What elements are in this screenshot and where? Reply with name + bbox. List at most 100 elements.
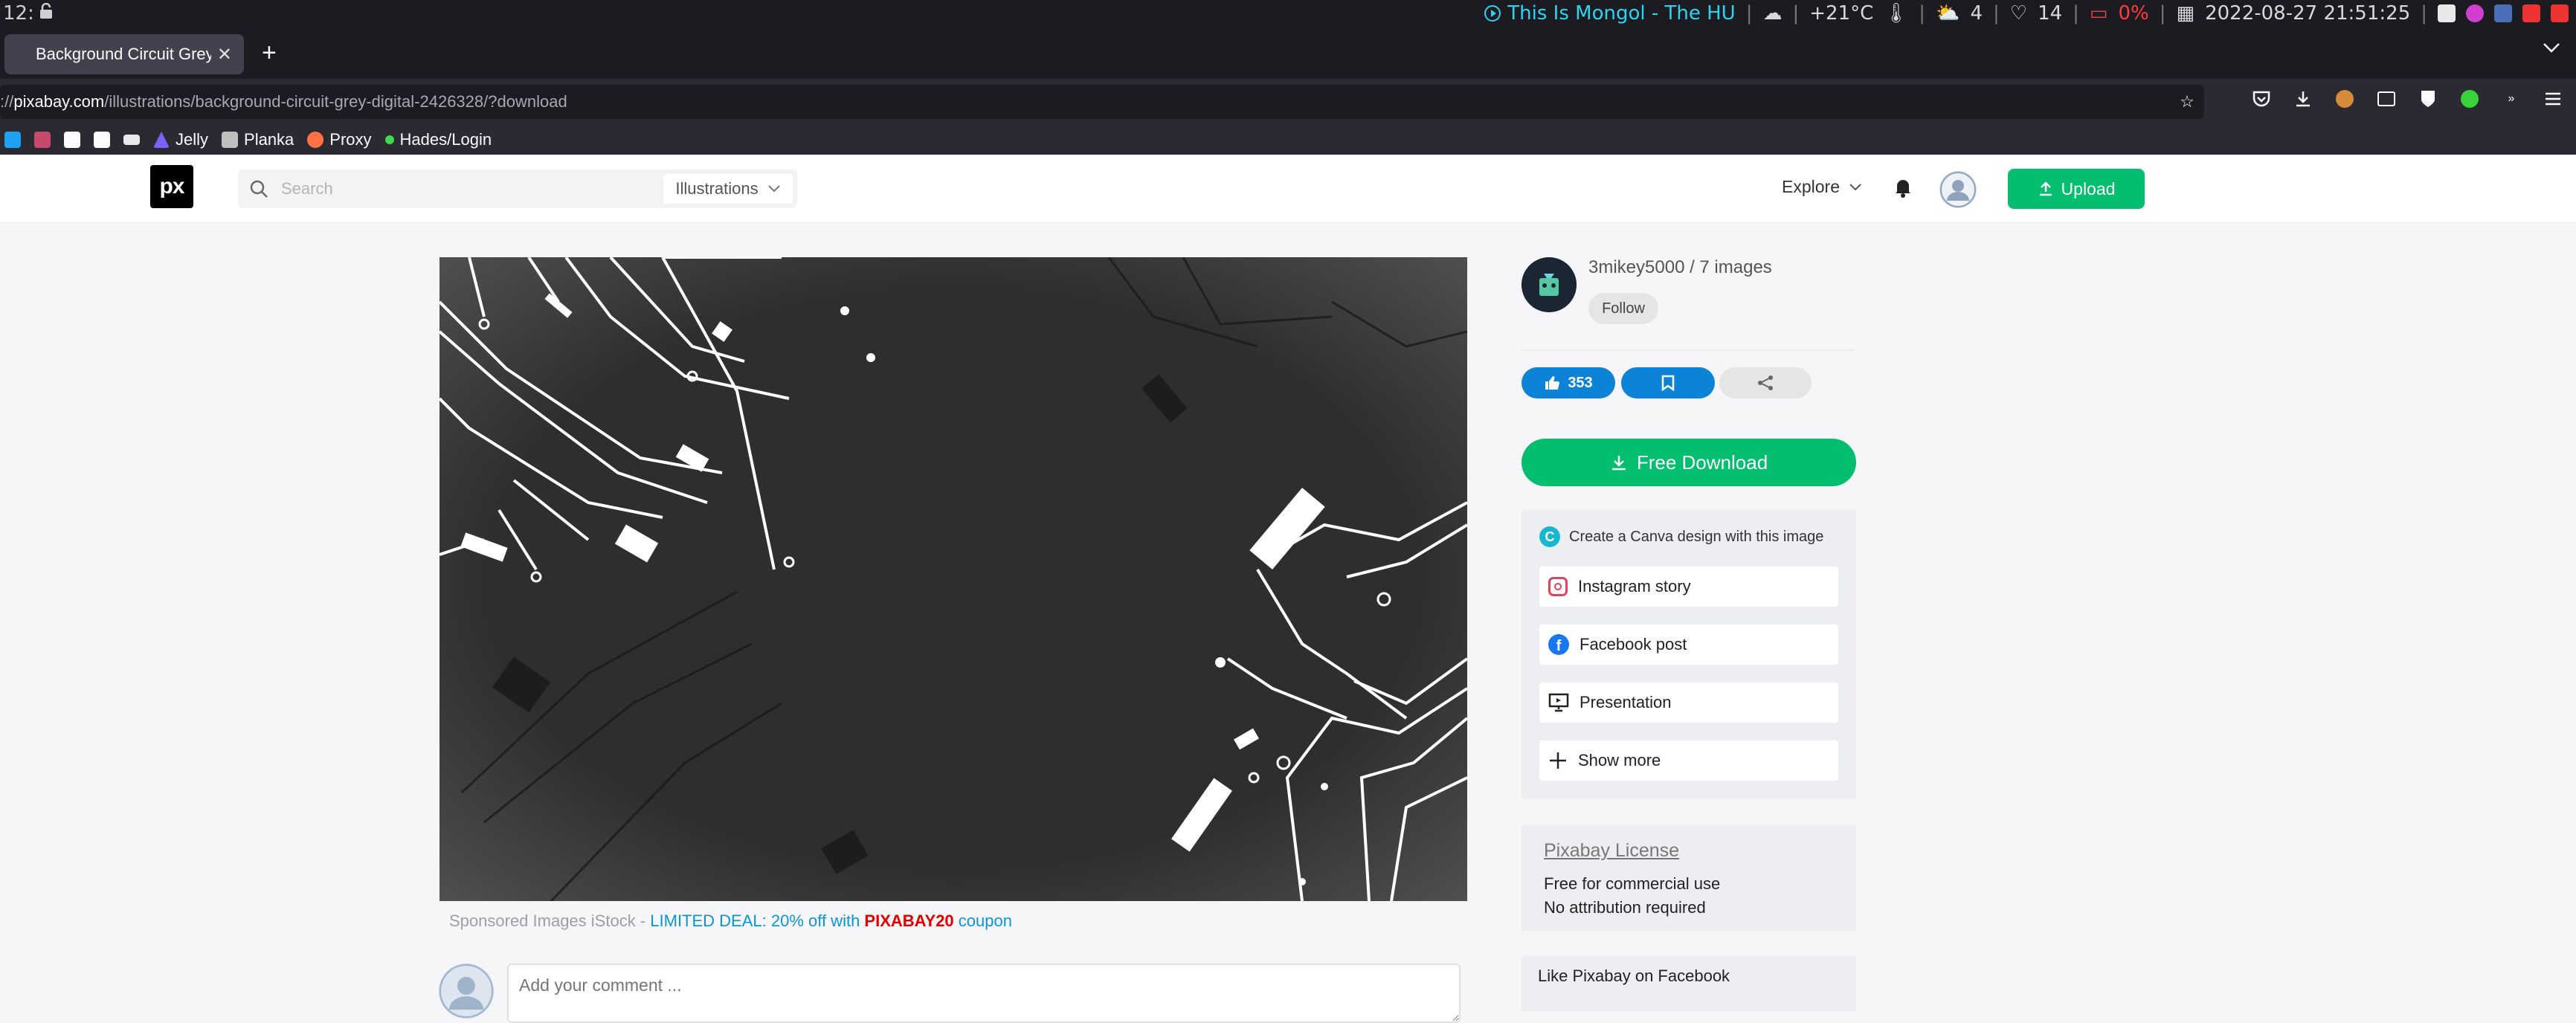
author-avatar[interactable]: [1522, 257, 1577, 312]
bookmark-label: Planka: [244, 130, 294, 149]
menu-icon[interactable]: [2542, 88, 2564, 110]
bookmark-icon[interactable]: [123, 135, 140, 145]
bookmark-icon[interactable]: [34, 132, 51, 148]
datetime: 2022-08-27 21:51:25: [2205, 2, 2411, 25]
license-line: Free for commercial use: [1544, 874, 1721, 893]
display-tray-icon[interactable]: [2494, 4, 2512, 22]
app-tray-icon[interactable]: [2466, 4, 2484, 22]
bookmark-label: Hades/Login: [399, 130, 492, 149]
bookmark-icon[interactable]: [64, 132, 80, 148]
bookmark-icon[interactable]: [94, 132, 110, 148]
presentation-icon: [1548, 693, 1569, 712]
pocket-icon[interactable]: [2250, 88, 2273, 110]
account-icon[interactable]: [2334, 88, 2356, 110]
cloud-icon: ☁: [1762, 2, 1783, 25]
extension-icon[interactable]: [2375, 88, 2398, 110]
canva-item-label: Show more: [1578, 751, 1661, 769]
free-download-button[interactable]: Free Download: [1522, 439, 1856, 486]
upload-button[interactable]: Upload: [2008, 169, 2145, 209]
bookmark-icon: [1661, 375, 1675, 391]
author-name[interactable]: 3mikey5000 / 7 images: [1588, 257, 1772, 278]
canva-presentation[interactable]: Presentation: [1539, 682, 1838, 723]
now-playing[interactable]: This Is Mongol - The HU: [1484, 0, 1736, 27]
like-count: 353: [1568, 374, 1593, 391]
search-icon[interactable]: [238, 179, 280, 199]
bookmark-icon[interactable]: [4, 132, 21, 148]
play-icon: [1484, 5, 1501, 22]
pixabay-logo[interactable]: px: [150, 165, 193, 208]
bitwarden-tray-icon[interactable]: [2438, 4, 2456, 22]
chevron-down-icon: [1849, 183, 1861, 190]
search-input[interactable]: [280, 178, 666, 199]
download-label: Free Download: [1636, 451, 1768, 474]
sponsored-deal-link[interactable]: LIMITED DEAL: 20% off with: [650, 911, 864, 930]
comment-avatar: [439, 964, 494, 1019]
bell-icon[interactable]: [1893, 177, 1913, 201]
overflow-icon[interactable]: »: [2500, 88, 2522, 110]
instagram-icon: [1548, 577, 1568, 596]
bookmark-hades[interactable]: Hades/Login: [384, 130, 492, 149]
url-path: /illustrations/background-circuit-grey-d…: [104, 92, 567, 111]
plus-icon: [1550, 752, 1566, 769]
network-tray-icon[interactable]: [2551, 4, 2569, 22]
sponsored-separator: -: [635, 911, 651, 930]
save-button[interactable]: [1621, 367, 1715, 398]
explore-label: Explore: [1782, 177, 1840, 196]
lock-icon: [39, 0, 54, 27]
close-icon[interactable]: ✕: [217, 44, 232, 65]
coupon-code[interactable]: PIXABAY20: [864, 911, 953, 930]
license-panel: Pixabay License Free for commercial use …: [1522, 825, 1856, 931]
media-type-label: Illustrations: [675, 179, 759, 198]
share-icon: [1758, 375, 1773, 390]
url-host: pixabay.com: [13, 92, 105, 111]
site-header: px Illustrations Explore Upload: [0, 155, 2576, 223]
license-line: No attribution required: [1544, 898, 1706, 917]
media-type-dropdown[interactable]: Illustrations: [663, 174, 793, 204]
follow-button[interactable]: Follow: [1588, 293, 1658, 324]
url-bar[interactable]: ://pixabay.com/illustrations/background-…: [0, 85, 2204, 119]
downloads-icon[interactable]: [2292, 88, 2314, 110]
url-prefix: ://: [0, 92, 14, 111]
share-button[interactable]: [1719, 367, 1812, 398]
new-tab-icon[interactable]: +: [262, 40, 277, 65]
updates-count: 4: [1970, 2, 1983, 25]
sponsored-prefix: Sponsored Images iStock: [449, 911, 636, 930]
facebook-like-label[interactable]: Like Pixabay on Facebook: [1538, 966, 1730, 986]
bookmark-proxy[interactable]: Proxy: [307, 130, 372, 149]
comment-input[interactable]: [507, 964, 1461, 1023]
heart-icon: ♡: [2009, 2, 2028, 25]
bitwarden-icon[interactable]: [2417, 88, 2439, 110]
explore-menu[interactable]: Explore: [1782, 177, 1862, 197]
user-avatar[interactable]: [1939, 171, 1977, 208]
sponsored-suffix[interactable]: coupon: [954, 911, 1012, 930]
bookmark-label: Jelly: [176, 130, 209, 149]
divider: [1522, 349, 1855, 351]
bookmark-star-icon[interactable]: ☆: [2170, 85, 2204, 119]
workspace-indicator[interactable]: 12:: [3, 0, 34, 27]
main-image-preview[interactable]: [439, 257, 1467, 901]
license-link[interactable]: Pixabay License: [1544, 840, 1679, 862]
bookmark-jelly[interactable]: Jelly: [153, 130, 208, 149]
tab-title: Background Circuit Grey - Pi: [36, 45, 211, 63]
cloud-download-icon: ⛅: [1936, 2, 1960, 25]
chevron-down-icon[interactable]: [2542, 42, 2561, 57]
canva-item-label: Presentation: [1580, 693, 1672, 711]
planka-icon: [222, 132, 239, 148]
mail-tray-icon[interactable]: [2522, 4, 2540, 22]
tab-strip: Background Circuit Grey - Pi ✕ +: [0, 27, 2576, 79]
canva-show-more[interactable]: Show more: [1539, 740, 1838, 781]
triangle-icon: [153, 132, 170, 148]
canva-item-label: Facebook post: [1580, 635, 1687, 654]
like-button[interactable]: 353: [1522, 367, 1615, 398]
status-dot-icon[interactable]: [2459, 88, 2481, 110]
search-bar: Illustrations: [238, 170, 797, 208]
canva-instagram-story[interactable]: Instagram story: [1539, 567, 1838, 607]
health-count: 14: [2038, 2, 2063, 25]
weather-text: +21°C: [1809, 2, 1874, 25]
thermometer-icon: 🌡: [1884, 2, 1909, 25]
navigation-toolbar: ://pixabay.com/illustrations/background-…: [0, 79, 2576, 125]
canva-facebook-post[interactable]: f Facebook post: [1539, 625, 1838, 665]
bookmark-planka[interactable]: Planka: [222, 130, 294, 149]
sponsored-line: Sponsored Images iStock - LIMITED DEAL: …: [449, 911, 1012, 931]
tab-background-circuit[interactable]: Background Circuit Grey - Pi ✕: [4, 34, 244, 74]
